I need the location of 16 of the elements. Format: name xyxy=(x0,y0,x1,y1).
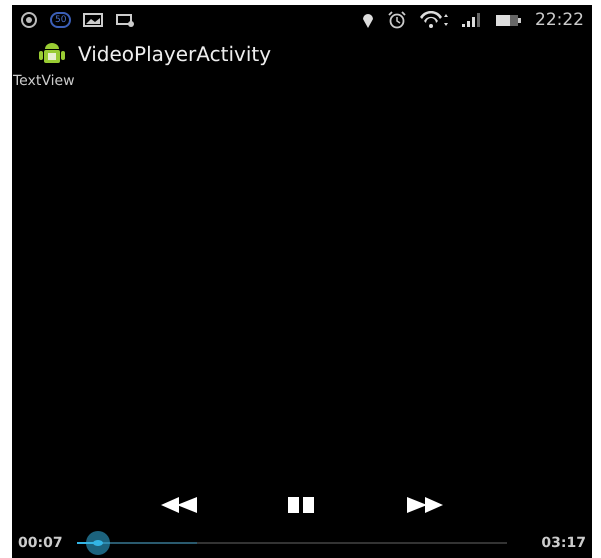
text-view: TextView xyxy=(12,73,75,89)
seek-thumb[interactable] xyxy=(86,531,110,555)
image-icon xyxy=(83,12,104,28)
android-robot-icon xyxy=(38,42,66,66)
wifi-icon xyxy=(419,11,449,29)
clock: 22:22 xyxy=(535,10,584,30)
activity-title: VideoPlayerActivity xyxy=(78,42,272,66)
signal-icon xyxy=(461,12,483,28)
notification-badge: 50 xyxy=(50,12,72,28)
circle-icon xyxy=(20,12,38,28)
battery-icon xyxy=(495,12,523,28)
location-icon xyxy=(361,11,375,29)
alarm-icon xyxy=(387,11,407,29)
elapsed-time: 00:07 xyxy=(18,535,63,551)
screen-icon xyxy=(115,12,136,28)
duration-time: 03:17 xyxy=(541,535,586,551)
